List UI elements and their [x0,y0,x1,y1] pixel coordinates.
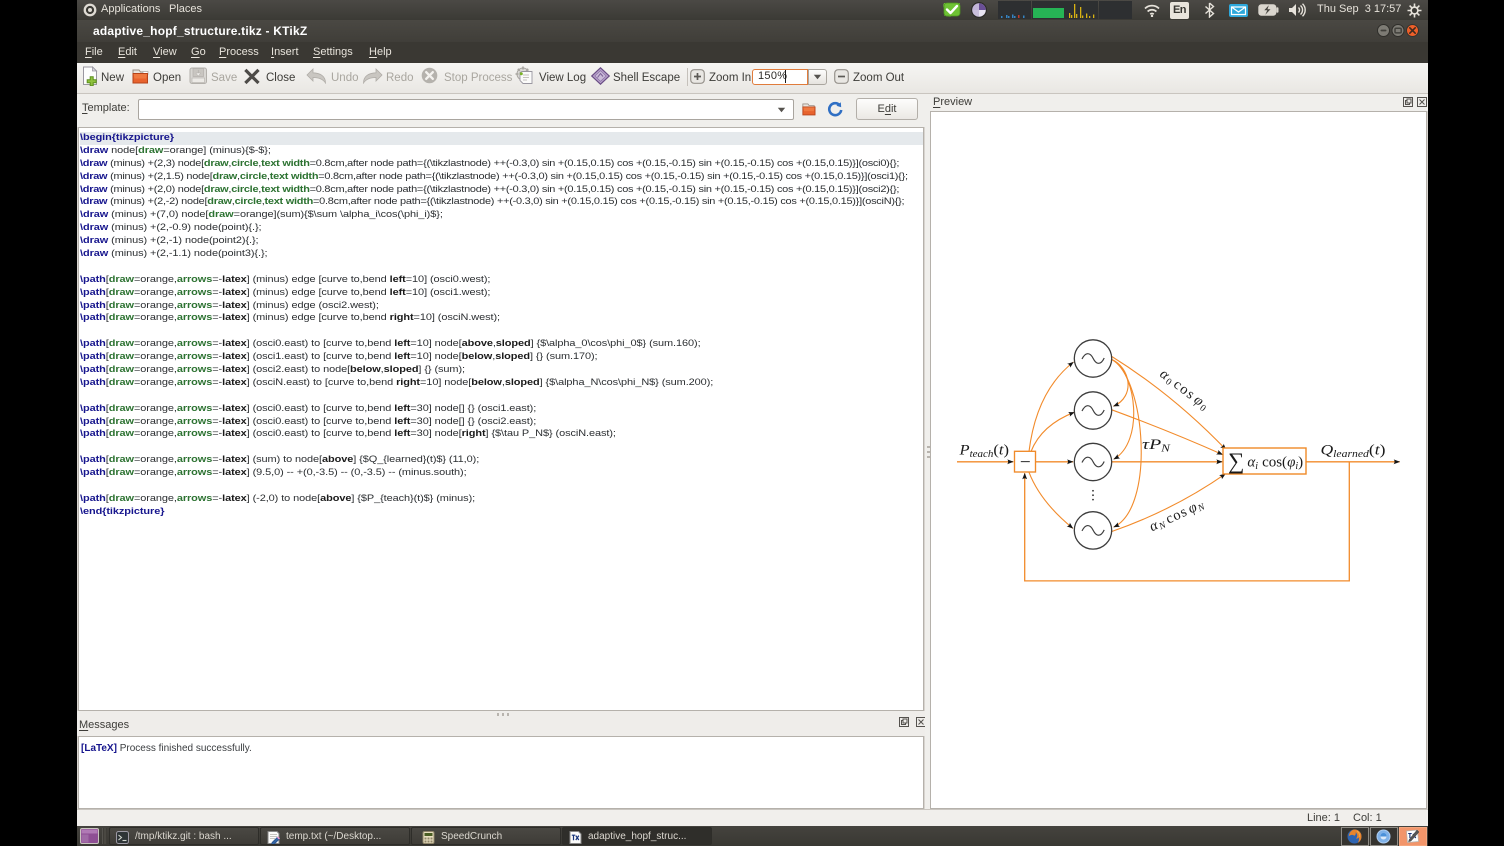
svg-text:τPN: τPN [1142,437,1172,455]
svg-text:Qlearned(t): Qlearned(t) [1321,443,1386,461]
svg-text:αNcosφN: αNcosφN [1147,496,1207,536]
svg-text:Pteach(t): Pteach(t) [958,443,1009,461]
svg-text:α0cosφ0: α0cosφ0 [1156,366,1212,414]
